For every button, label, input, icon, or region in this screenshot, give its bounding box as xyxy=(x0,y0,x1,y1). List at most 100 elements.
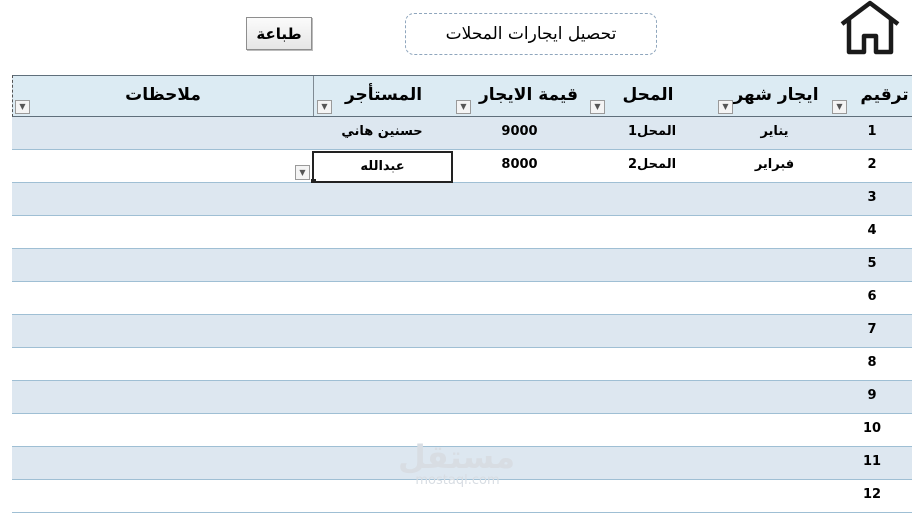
table-row: عبدالله 8000 المحل2 فبراير 2 ▼ xyxy=(12,150,912,184)
cell-shop[interactable] xyxy=(587,282,717,314)
col-num-header: ترقيم ▼ xyxy=(832,76,913,116)
cell-tenant-selected[interactable]: عبدالله xyxy=(311,151,453,184)
cell-rent[interactable] xyxy=(452,348,587,380)
cell-tenant[interactable] xyxy=(312,216,452,248)
cell-tenant[interactable]: حسنين هاني xyxy=(312,117,452,149)
cell-notes[interactable] xyxy=(12,447,312,479)
home-icon[interactable] xyxy=(838,0,902,56)
filter-rent-button[interactable]: ▼ xyxy=(456,100,471,114)
col-tenant-label: المستأجر xyxy=(344,85,423,105)
cell-tenant[interactable] xyxy=(312,480,452,512)
filter-shop-button[interactable]: ▼ xyxy=(590,100,605,114)
cell-notes[interactable] xyxy=(12,216,312,248)
cell-tenant[interactable] xyxy=(312,315,452,347)
cell-notes[interactable] xyxy=(12,315,312,347)
cell-rent[interactable] xyxy=(452,282,587,314)
cell-month[interactable] xyxy=(717,414,832,446)
cell-month[interactable]: يناير xyxy=(717,117,832,149)
cell-tenant[interactable] xyxy=(312,381,452,413)
cell-tenant[interactable] xyxy=(312,282,452,314)
cell-notes[interactable] xyxy=(12,183,312,215)
cell-month[interactable] xyxy=(717,480,832,512)
filter-month-button[interactable]: ▼ xyxy=(718,100,733,114)
cell-dropdown-button[interactable]: ▼ xyxy=(295,165,310,180)
col-num-label: ترقيم xyxy=(860,85,909,105)
cell-month[interactable] xyxy=(717,447,832,479)
cell-notes[interactable] xyxy=(12,249,312,281)
table-row: 4 xyxy=(12,216,912,249)
cell-num[interactable]: 11 xyxy=(832,447,912,479)
filter-num-button[interactable]: ▼ xyxy=(832,100,847,114)
cell-num[interactable]: 10 xyxy=(832,414,912,446)
cell-num[interactable]: 1 xyxy=(832,117,912,149)
cell-shop[interactable] xyxy=(587,480,717,512)
cell-num[interactable]: 6 xyxy=(832,282,912,314)
table-row: 5 xyxy=(12,249,912,282)
cell-shop[interactable] xyxy=(587,249,717,281)
print-button[interactable]: طباعة xyxy=(246,17,312,50)
col-month-header: ايجار شهر ▼ xyxy=(718,76,834,116)
cell-num[interactable]: 5 xyxy=(832,249,912,281)
table-row: 9 xyxy=(12,381,912,414)
cell-tenant[interactable] xyxy=(312,249,452,281)
cell-month[interactable] xyxy=(717,183,832,215)
cell-shop[interactable] xyxy=(587,348,717,380)
col-rent-label: قيمة الايجار xyxy=(479,85,578,105)
cell-rent[interactable] xyxy=(452,381,587,413)
cell-shop[interactable]: المحل1 xyxy=(587,117,717,149)
cell-num[interactable]: 8 xyxy=(832,348,912,380)
page-title: تحصيل ايجارات المحلات xyxy=(405,13,657,55)
cell-tenant-value: عبدالله xyxy=(360,159,405,174)
cell-notes[interactable] xyxy=(12,414,312,446)
table-row: 8 xyxy=(12,348,912,381)
cell-num[interactable]: 3 xyxy=(832,183,912,215)
cell-shop[interactable] xyxy=(587,414,717,446)
cell-rent[interactable] xyxy=(452,315,587,347)
table-row: 10 xyxy=(12,414,912,447)
cell-num[interactable]: 4 xyxy=(832,216,912,248)
cell-shop[interactable] xyxy=(587,381,717,413)
cell-notes[interactable] xyxy=(12,480,312,512)
cell-tenant[interactable] xyxy=(312,447,452,479)
cell-month[interactable] xyxy=(717,348,832,380)
cell-rent[interactable] xyxy=(452,183,587,215)
cell-tenant[interactable] xyxy=(312,183,452,215)
cell-shop[interactable] xyxy=(587,183,717,215)
filter-notes-button[interactable]: ▼ xyxy=(15,100,30,114)
cell-month[interactable] xyxy=(717,249,832,281)
cell-rent[interactable] xyxy=(452,447,587,479)
cell-rent[interactable] xyxy=(452,480,587,512)
cell-notes[interactable] xyxy=(12,381,312,413)
cell-shop[interactable] xyxy=(587,447,717,479)
cell-num[interactable]: 12 xyxy=(832,480,912,512)
cell-month[interactable] xyxy=(717,282,832,314)
col-notes-label: ملاحظات xyxy=(125,85,201,105)
col-shop-header: المحل ▼ xyxy=(588,76,708,116)
cell-notes[interactable] xyxy=(12,348,312,380)
cell-rent[interactable] xyxy=(452,249,587,281)
cell-shop[interactable] xyxy=(587,216,717,248)
cell-notes[interactable] xyxy=(12,150,312,182)
cell-notes[interactable] xyxy=(12,117,312,149)
filter-tenant-button[interactable]: ▼ xyxy=(317,100,332,114)
cell-shop[interactable] xyxy=(587,315,717,347)
cell-tenant[interactable] xyxy=(312,348,452,380)
cell-month[interactable] xyxy=(717,216,832,248)
cell-num[interactable]: 2 xyxy=(832,150,912,182)
cell-month[interactable] xyxy=(717,315,832,347)
cell-month[interactable]: فبراير xyxy=(717,150,832,182)
cell-rent[interactable]: 8000 xyxy=(452,150,587,182)
cell-num[interactable]: 9 xyxy=(832,381,912,413)
table-header: ملاحظات ▼ المستأجر ▼ قيمة الايجار ▼ المح… xyxy=(12,75,912,117)
cell-rent[interactable] xyxy=(452,414,587,446)
cell-notes[interactable] xyxy=(12,282,312,314)
table-row: 3 xyxy=(12,183,912,216)
cell-rent[interactable]: 9000 xyxy=(452,117,587,149)
cell-tenant[interactable] xyxy=(312,414,452,446)
table-row: حسنين هاني 9000 المحل1 يناير 1 xyxy=(12,117,912,150)
cell-num[interactable]: 7 xyxy=(832,315,912,347)
cell-month[interactable] xyxy=(717,381,832,413)
cell-shop[interactable]: المحل2 xyxy=(587,150,717,182)
cell-rent[interactable] xyxy=(452,216,587,248)
table-row: 6 xyxy=(12,282,912,315)
